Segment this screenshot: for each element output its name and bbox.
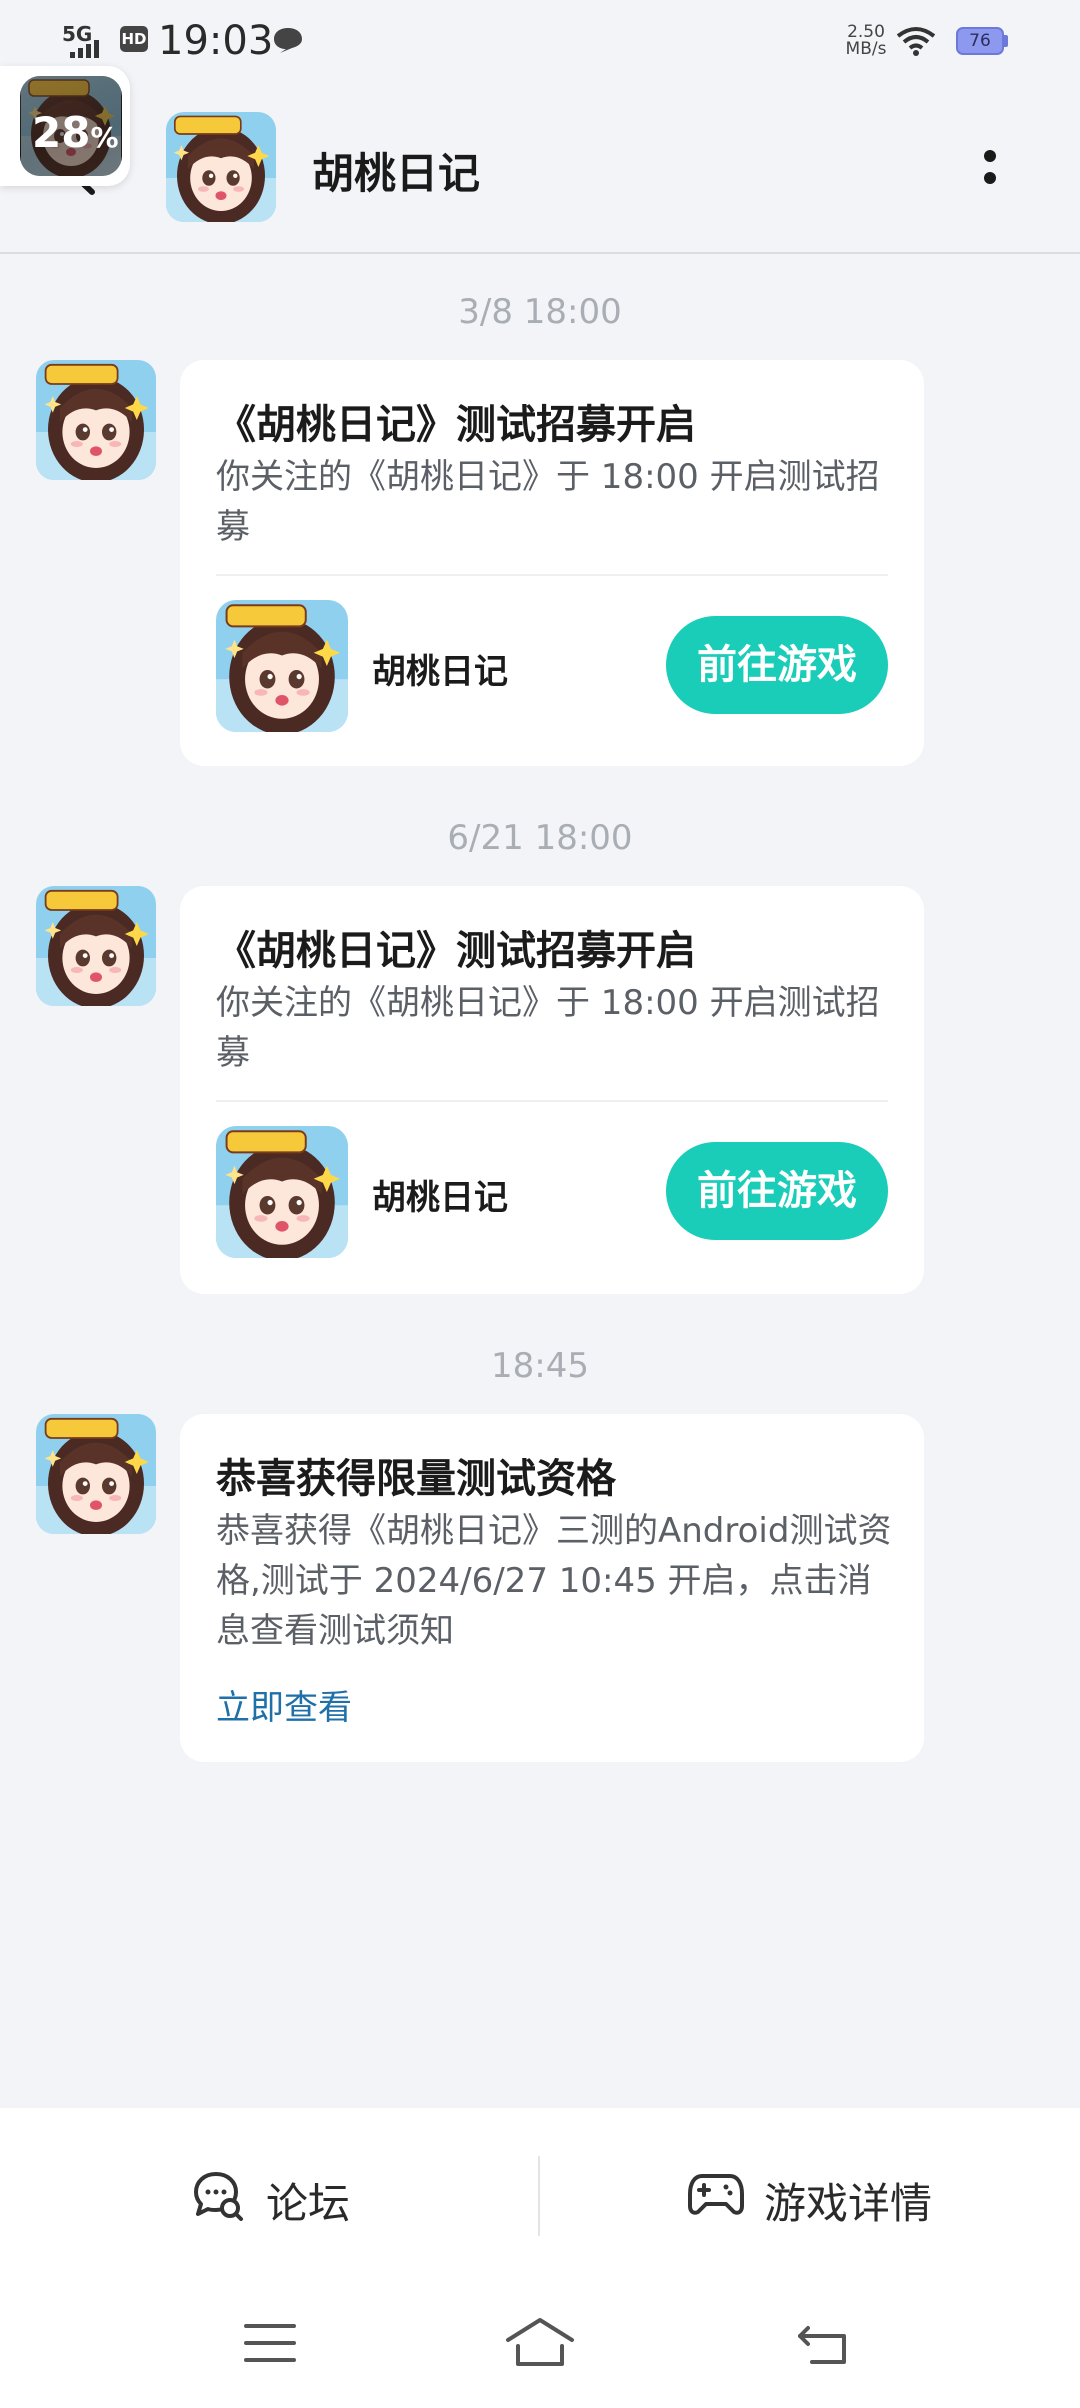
go-to-game-button[interactable]: 前往游戏 bbox=[666, 616, 888, 714]
message-body: 你关注的《胡桃日记》于 18:00 开启测试招募 bbox=[216, 983, 880, 1073]
card-divider bbox=[216, 1100, 888, 1102]
message-body: 恭喜获得《胡桃日记》三测的Android测试资格,测试于 2024/6/27 1… bbox=[216, 1511, 892, 1651]
back-icon[interactable] bbox=[796, 2320, 852, 2366]
message-title: 恭喜获得限量测试资格 bbox=[216, 1456, 616, 1502]
hd-badge: HD bbox=[120, 26, 148, 52]
signal-icon bbox=[70, 40, 99, 58]
net-speed: 2.50 MB/s bbox=[845, 22, 887, 59]
sender-avatar[interactable] bbox=[36, 886, 156, 1006]
sender-avatar[interactable] bbox=[36, 1414, 156, 1534]
clock: 19:03 bbox=[158, 18, 274, 64]
message-timestamp: 18:45 bbox=[491, 1346, 589, 1386]
message-card[interactable]: 恭喜获得限量测试资格 恭喜获得《胡桃日记》三测的Android测试资格,测试于 … bbox=[180, 1414, 924, 1762]
home-icon[interactable] bbox=[504, 2316, 576, 2368]
message-card[interactable]: 《胡桃日记》测试招募开启 你关注的《胡桃日记》于 18:00 开启测试招募 胡桃… bbox=[180, 360, 924, 766]
card-divider bbox=[216, 574, 888, 576]
menu-icon[interactable] bbox=[244, 2322, 296, 2364]
game-name: 胡桃日记 bbox=[372, 1178, 508, 1218]
message-title: 《胡桃日记》测试招募开启 bbox=[216, 928, 696, 974]
game-avatar[interactable] bbox=[166, 112, 276, 222]
game-details-button[interactable]: 游戏详情 bbox=[764, 2170, 932, 2231]
message-timestamp: 3/8 18:00 bbox=[458, 292, 622, 332]
forum-icon[interactable] bbox=[192, 2170, 244, 2222]
view-now-link[interactable]: 立即查看 bbox=[216, 1680, 352, 1729]
forum-button[interactable]: 论坛 bbox=[266, 2170, 350, 2231]
more-icon[interactable] bbox=[982, 148, 998, 188]
page-title: 胡桃日记 bbox=[312, 149, 481, 198]
go-to-game-button[interactable]: 前往游戏 bbox=[666, 1142, 888, 1240]
floating-progress-percent: 28% bbox=[32, 108, 119, 157]
game-icon[interactable] bbox=[216, 600, 348, 732]
bottom-bar-divider bbox=[538, 2156, 540, 2236]
wifi-icon bbox=[896, 27, 936, 56]
message-title: 《胡桃日记》测试招募开启 bbox=[216, 402, 696, 448]
battery-tip bbox=[1004, 35, 1008, 47]
message-body: 你关注的《胡桃日记》于 18:00 开启测试招募 bbox=[216, 457, 880, 547]
game-name: 胡桃日记 bbox=[372, 652, 508, 692]
gamepad-icon[interactable] bbox=[688, 2172, 744, 2218]
message-timestamp: 6/21 18:00 bbox=[447, 818, 633, 858]
message-card[interactable]: 《胡桃日记》测试招募开启 你关注的《胡桃日记》于 18:00 开启测试招募 胡桃… bbox=[180, 886, 924, 1294]
battery-indicator: 76 bbox=[956, 27, 1004, 55]
message-icon bbox=[274, 28, 302, 53]
top-header bbox=[0, 80, 1080, 254]
game-icon[interactable] bbox=[216, 1126, 348, 1258]
sender-avatar[interactable] bbox=[36, 360, 156, 480]
